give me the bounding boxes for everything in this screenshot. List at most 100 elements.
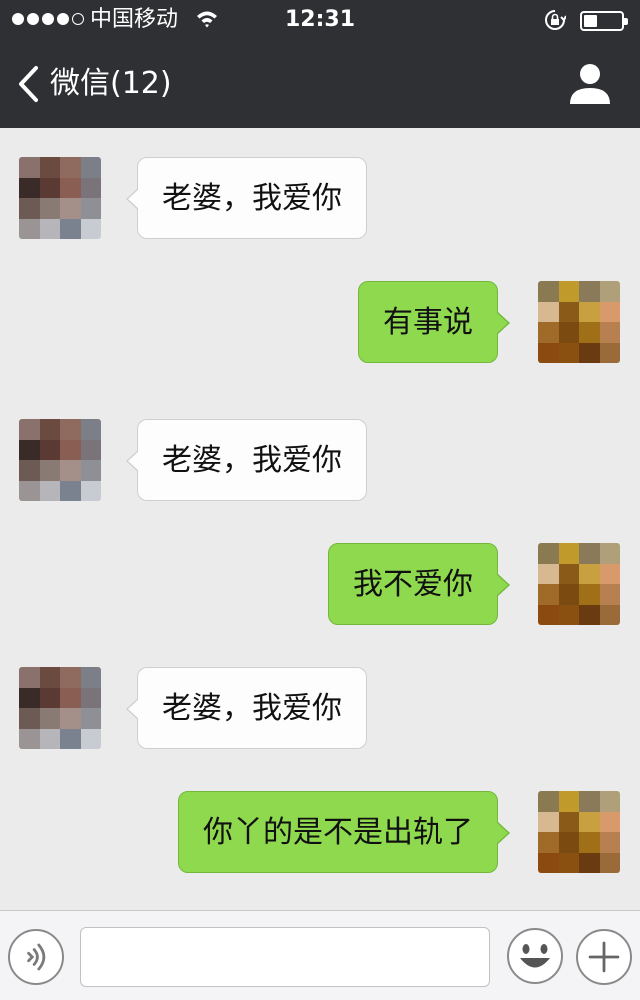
avatar-tile: [80, 687, 101, 708]
avatar-tile: [599, 322, 620, 343]
avatar-tile: [19, 177, 40, 198]
avatar-tile: [39, 439, 60, 460]
avatar-tile: [80, 708, 101, 729]
avatar-tile: [599, 281, 620, 302]
avatar-tile: [80, 480, 101, 501]
top-bar: 中国移动 12:31 微信(12): [0, 0, 640, 128]
avatar-tile: [80, 460, 101, 481]
received-message-bubble[interactable]: 老婆，我爱你: [126, 667, 367, 749]
avatar-tile: [599, 342, 620, 363]
avatar-tile: [558, 301, 579, 322]
avatar-tile: [579, 604, 600, 625]
avatar-tile: [538, 604, 559, 625]
input-bar: [0, 910, 640, 1000]
person-icon[interactable]: [566, 62, 614, 106]
avatar-tile: [19, 708, 40, 729]
avatar-tile: [579, 811, 600, 832]
avatar-tile: [579, 543, 600, 564]
avatar-tile: [80, 728, 101, 749]
received-message-bubble[interactable]: 老婆，我爱你: [126, 419, 367, 501]
avatar-tile: [60, 419, 81, 440]
message-input[interactable]: [80, 927, 490, 987]
avatar-tile: [19, 439, 40, 460]
sent-message-bubble[interactable]: 有事说: [358, 281, 510, 363]
voice-icon[interactable]: [8, 929, 64, 985]
avatar-tile: [599, 584, 620, 605]
avatar-tile: [538, 342, 559, 363]
avatar-tile: [19, 198, 40, 219]
avatar-tile: [579, 322, 600, 343]
avatar-tile: [538, 543, 559, 564]
avatar-tile: [60, 198, 81, 219]
partner-avatar[interactable]: [19, 667, 101, 749]
avatar-tile: [538, 791, 559, 812]
avatar-tile: [39, 419, 60, 440]
avatar-tile: [599, 852, 620, 873]
sent-message-bubble[interactable]: 我不爱你: [328, 543, 510, 625]
battery-level: [584, 15, 597, 27]
avatar-tile: [19, 667, 40, 688]
avatar-tile: [558, 543, 579, 564]
chat-area: 老婆，我爱你 有事说 老婆，我爱你 我不爱你 老婆，我爱你 你丫的是不是出轨了: [0, 128, 640, 910]
smiley-icon[interactable]: [506, 927, 564, 985]
avatar-tile: [39, 177, 60, 198]
avatar-tile: [558, 852, 579, 873]
avatar-tile: [39, 728, 60, 749]
avatar-tile: [538, 584, 559, 605]
avatar-tile: [19, 687, 40, 708]
sent-message-bubble[interactable]: 你丫的是不是出轨了: [178, 791, 510, 873]
plus-icon[interactable]: [576, 929, 632, 985]
avatar-tile: [579, 342, 600, 363]
partner-avatar[interactable]: [19, 157, 101, 239]
avatar-tile: [19, 218, 40, 239]
avatar-tile: [599, 791, 620, 812]
back-button[interactable]: 微信(12): [14, 60, 172, 108]
avatar-tile: [558, 563, 579, 584]
avatar-tile: [558, 832, 579, 853]
avatar-tile: [80, 198, 101, 219]
avatar-tile: [599, 832, 620, 853]
avatar-tile: [60, 480, 81, 501]
avatar-tile: [60, 218, 81, 239]
avatar-tile: [80, 177, 101, 198]
avatar-tile: [579, 791, 600, 812]
avatar-tile: [558, 322, 579, 343]
avatar-tile: [579, 281, 600, 302]
avatar-tile: [60, 708, 81, 729]
avatar-tile: [60, 667, 81, 688]
status-bar: 中国移动 12:31: [0, 0, 640, 40]
nav-bar: 微信(12): [0, 40, 640, 128]
battery-nub: [624, 18, 628, 25]
rotation-lock-icon: [545, 10, 566, 30]
avatar-tile: [19, 460, 40, 481]
avatar-tile: [39, 157, 60, 178]
avatar-tile: [579, 301, 600, 322]
self-avatar[interactable]: [538, 791, 620, 873]
avatar-tile: [60, 687, 81, 708]
avatar-tile: [39, 667, 60, 688]
avatar-tile: [558, 791, 579, 812]
self-avatar[interactable]: [538, 543, 620, 625]
avatar-tile: [558, 281, 579, 302]
avatar-tile: [39, 218, 60, 239]
self-avatar[interactable]: [538, 281, 620, 363]
avatar-tile: [80, 667, 101, 688]
avatar-tile: [60, 728, 81, 749]
avatar-tile: [558, 584, 579, 605]
avatar-tile: [19, 728, 40, 749]
avatar-tile: [80, 157, 101, 178]
avatar-tile: [538, 832, 559, 853]
avatar-tile: [19, 480, 40, 501]
avatar-tile: [80, 439, 101, 460]
avatar-tile: [579, 852, 600, 873]
avatar-tile: [60, 157, 81, 178]
avatar-tile: [19, 157, 40, 178]
partner-avatar[interactable]: [19, 419, 101, 501]
received-message-bubble[interactable]: 老婆，我爱你: [126, 157, 367, 239]
avatar-tile: [599, 563, 620, 584]
avatar-tile: [599, 811, 620, 832]
avatar-tile: [538, 811, 559, 832]
back-label: 微信(12): [50, 66, 172, 101]
avatar-tile: [19, 419, 40, 440]
avatar-tile: [599, 301, 620, 322]
